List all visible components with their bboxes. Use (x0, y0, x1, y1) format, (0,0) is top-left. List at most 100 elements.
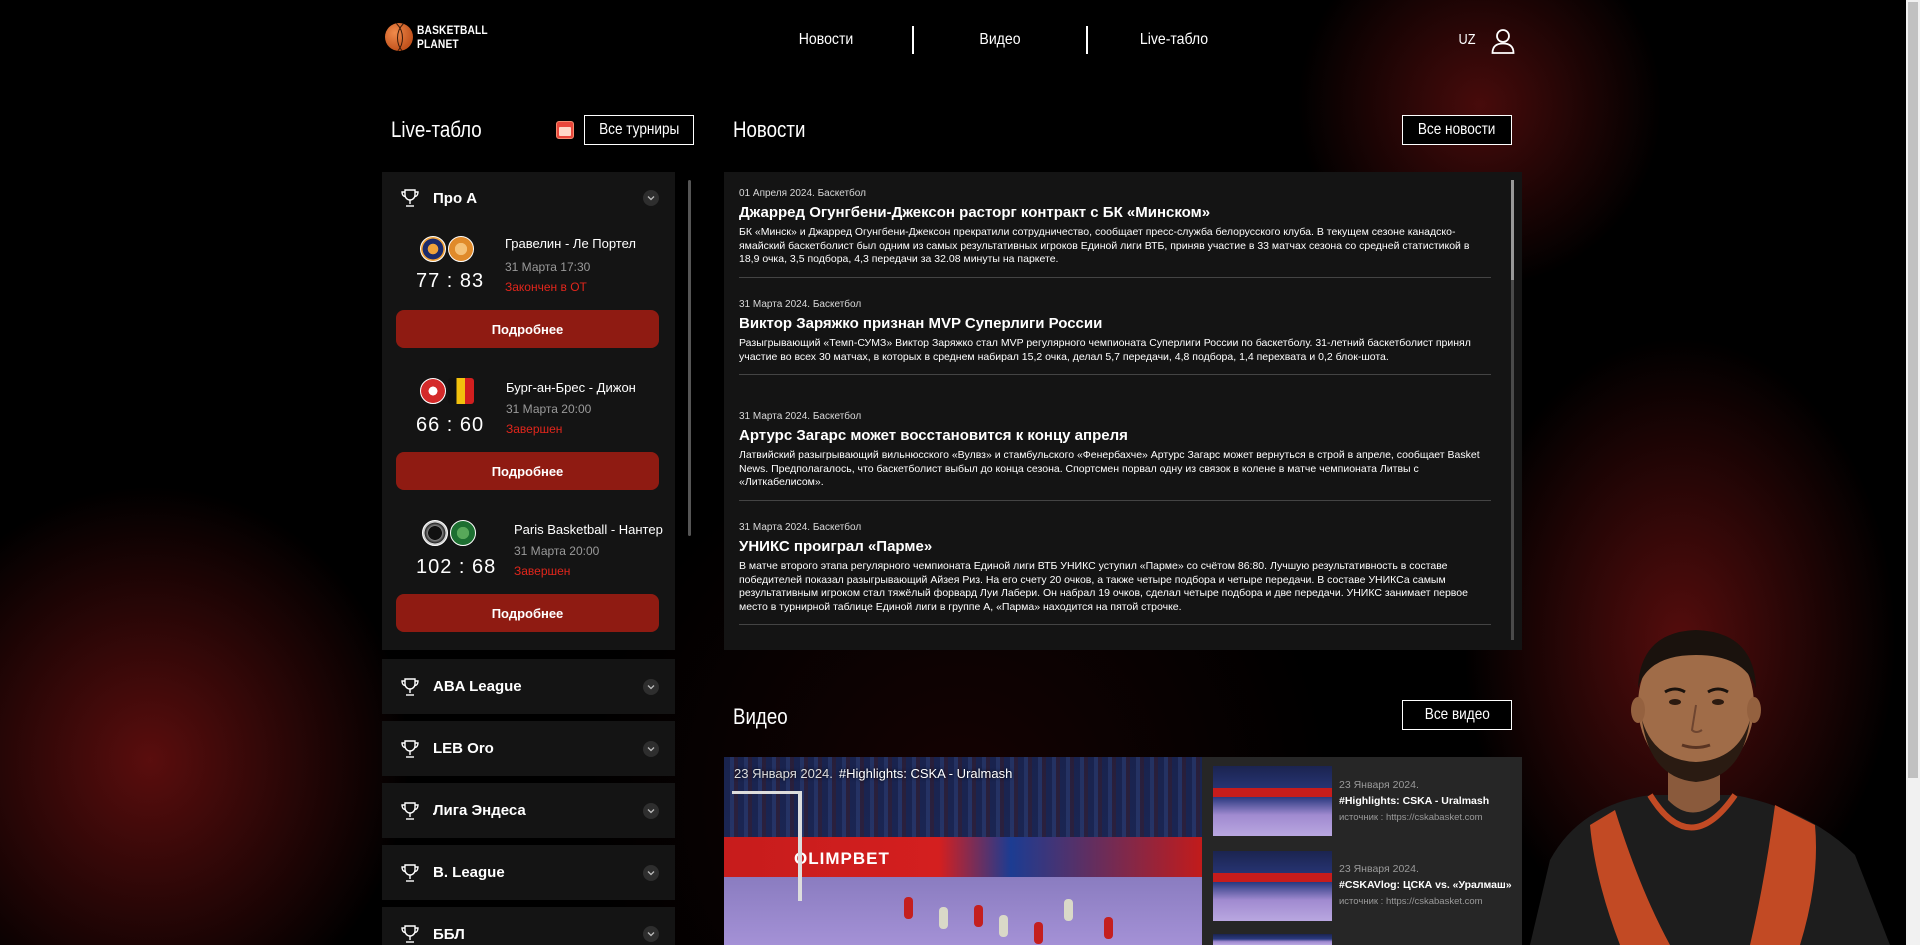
video-title[interactable]: #Highlights: CSKA - Uralmash (1339, 795, 1489, 807)
league-name: Лига Эндеса (433, 802, 526, 819)
news-scrollbar-thumb[interactable] (1511, 180, 1514, 280)
logo-line1: BASKETBALL (417, 23, 488, 37)
nav-live[interactable]: Live-табло (1098, 31, 1249, 49)
video-thumbnail[interactable] (1213, 766, 1332, 836)
match-date: 31 Марта 17:30 (505, 260, 591, 274)
news-meta: 31 Марта 2024. Баскетбол (739, 299, 862, 310)
league-name: ABA League (433, 678, 522, 695)
team-logo (450, 520, 476, 546)
match-date: 31 Марта 20:00 (514, 544, 600, 558)
news-item[interactable]: 31 Марта 2024. Баскетбол Виктор Заряжко … (739, 299, 1491, 375)
page: BASKETBALL PLANET Новости Видео Live-таб… (0, 0, 1920, 945)
video-date: 23 Января 2024. (734, 766, 833, 781)
news-title[interactable]: УНИКС проиграл «Парме» (739, 538, 1491, 555)
league-name: LEB Oro (433, 740, 494, 757)
news-section-title: Новости (733, 117, 806, 142)
all-news-button[interactable]: Все новости (1402, 115, 1512, 145)
arena-banner: OLIMPBET (794, 849, 890, 868)
basket-hoop (732, 791, 802, 901)
news-text: В матче второго этапа регулярного чемпио… (739, 560, 1468, 613)
match-teams: Paris Basketball - Нантер (514, 522, 663, 537)
chevron-down-icon[interactable] (643, 926, 659, 942)
match-status: Завершен (506, 422, 563, 436)
nav-video[interactable]: Видео (924, 31, 1075, 49)
all-tournaments-button[interactable]: Все турниры (584, 115, 694, 145)
chevron-down-icon[interactable] (643, 678, 659, 695)
match-card: 66 : 60 Бург-ан-Брес - Дижон 31 Марта 20… (382, 366, 675, 508)
match-status: Закончен в ОТ (505, 280, 587, 294)
page-scrollbar-thumb[interactable] (1908, 2, 1918, 778)
video-title[interactable]: #CSKAVlog: ЦСКА vs. «Уралмаш» (1339, 879, 1512, 891)
video-date: 23 Января 2024. (1339, 779, 1419, 791)
news-title[interactable]: Артурс Загарс может восстановится к конц… (739, 427, 1491, 444)
chevron-down-icon[interactable] (643, 190, 659, 206)
live-scrollbar[interactable] (688, 180, 691, 536)
basketball-player-illustration (1530, 630, 1890, 945)
main-video[interactable]: OLIMPBET 23 Января 2024. #Highlights: CSK… (724, 757, 1202, 945)
video-source: источник : https://cskabasket.com (1339, 812, 1483, 823)
nav-news[interactable]: Новости (750, 31, 901, 49)
trophy-icon (401, 677, 419, 696)
chevron-down-icon[interactable] (643, 864, 659, 881)
news-item[interactable]: 01 Апреля 2024. Баскетбол Джарред Огунгб… (739, 188, 1491, 278)
video-date: 23 Января 2024. (1339, 863, 1419, 875)
match-card: 77 : 83 Гравелин - Ле Портел 31 Марта 17… (382, 224, 675, 366)
chevron-down-icon[interactable] (643, 802, 659, 819)
team-logo (448, 378, 474, 404)
match-teams: Бург-ан-Брес - Дижон (506, 380, 636, 395)
league-card-b-league[interactable]: B. League (382, 845, 675, 900)
video-title[interactable]: #Highlights: CSKA - Uralmash (839, 766, 1012, 781)
news-item[interactable]: 31 Марта 2024. Баскетбол УНИКС проиграл … (739, 522, 1491, 625)
nav-divider (912, 26, 914, 54)
news-title[interactable]: Джарред Огунгбени-Джексон расторг контра… (739, 204, 1491, 221)
live-section-title: Live-табло (391, 117, 482, 142)
league-header-pro-a[interactable]: Про А (382, 172, 675, 224)
trophy-icon (401, 863, 419, 882)
team-logo (420, 378, 446, 404)
league-card-leb-oro[interactable]: LEB Oro (382, 721, 675, 776)
chevron-down-icon[interactable] (643, 740, 659, 757)
league-card-bbl[interactable]: ББЛ (382, 907, 675, 945)
news-item[interactable]: 31 Марта 2024. Баскетбол Артурс Загарс м… (739, 411, 1491, 501)
league-name: B. League (433, 864, 505, 881)
match-status: Завершен (514, 564, 571, 578)
match-teams: Гравелин - Ле Портел (505, 236, 636, 251)
trophy-icon (401, 739, 419, 758)
match-details-button[interactable]: Подробнее (396, 452, 659, 490)
live-league-panel: Про А 77 : 83 Гравелин - Ле Портел 31 Ма… (382, 172, 675, 650)
site-logo[interactable]: BASKETBALL PLANET (385, 23, 500, 51)
news-meta: 31 Марта 2024. Баскетбол (739, 411, 862, 422)
basketball-icon (385, 23, 413, 51)
team-logo (420, 236, 446, 262)
logo-line2: PLANET (417, 37, 459, 51)
user-icon[interactable] (1491, 28, 1515, 54)
all-videos-button[interactable]: Все видео (1402, 700, 1512, 730)
match-score: 66 : 60 (416, 414, 485, 436)
trophy-icon (401, 801, 419, 820)
league-card-aba[interactable]: ABA League (382, 659, 675, 714)
match-details-button[interactable]: Подробнее (396, 594, 659, 632)
news-text: БК «Минск» и Джарред Огунгбени-Джексон п… (739, 226, 1470, 265)
news-meta: 01 Апреля 2024. Баскетбол (739, 188, 866, 199)
news-text: Латвийский разыгрывающий вильнюсского «В… (739, 449, 1480, 488)
calendar-icon[interactable] (556, 121, 574, 139)
news-text: Разыгрывающий «Темп-СУМЗ» Виктор Заряжко… (739, 337, 1471, 363)
team-logo (448, 236, 474, 262)
trophy-icon (401, 189, 419, 207)
news-title[interactable]: Виктор Заряжко признан MVP Суперлиги Рос… (739, 315, 1491, 332)
video-thumbnail[interactable] (1213, 934, 1332, 945)
match-date: 31 Марта 20:00 (506, 402, 592, 416)
video-thumbnail[interactable] (1213, 851, 1332, 921)
match-details-button[interactable]: Подробнее (396, 310, 659, 348)
language-switch[interactable]: UZ (1459, 31, 1476, 48)
league-card-endesa[interactable]: Лига Эндеса (382, 783, 675, 838)
video-list: 23 Января 2024. #Highlights: CSKA - Ural… (1202, 757, 1522, 945)
team-logo (422, 520, 448, 546)
main-nav: Новости Видео Live-табло (740, 26, 1260, 54)
nav-divider (1086, 26, 1088, 54)
video-source: источник : https://cskabasket.com (1339, 896, 1483, 907)
trophy-icon (401, 925, 419, 943)
league-name: ББЛ (433, 926, 465, 943)
news-meta: 31 Марта 2024. Баскетбол (739, 522, 862, 533)
match-score: 102 : 68 (416, 556, 497, 578)
